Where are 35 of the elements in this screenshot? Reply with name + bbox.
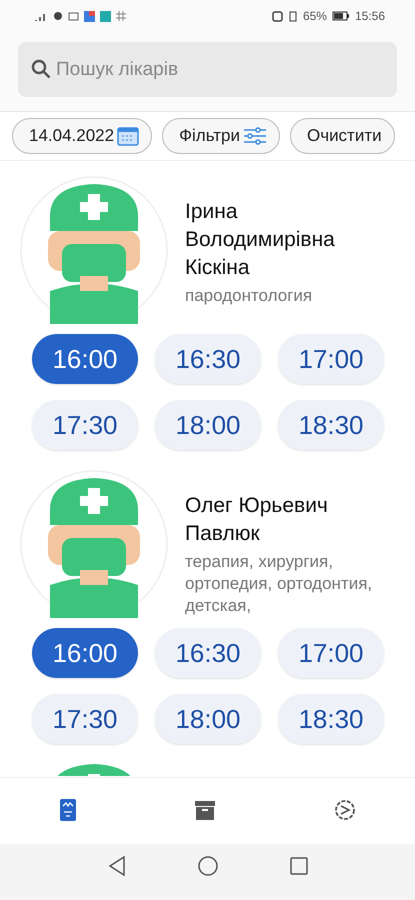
signal-icon (34, 11, 48, 21)
doctor-specialty: пародонтология (185, 285, 314, 307)
chip-button[interactable]: Очистити (290, 118, 395, 154)
time-slot[interactable]: 17:30 (32, 694, 138, 744)
battery-percent: 65% (302, 9, 327, 23)
back-icon[interactable] (106, 855, 126, 877)
settings-tab-icon[interactable] (332, 798, 356, 822)
time-slot[interactable]: 18:00 (155, 694, 261, 744)
time-slot[interactable]: 17:00 (278, 334, 384, 384)
time-slot[interactable]: 16:00 (32, 628, 138, 678)
home-icon[interactable] (196, 855, 218, 877)
clock-time: 15:56 (354, 9, 385, 23)
calendar-icon (117, 126, 140, 146)
time-slot[interactable]: 17:00 (278, 628, 384, 678)
recents-icon[interactable] (288, 856, 308, 876)
app-icon (100, 10, 111, 22)
chip-button[interactable]: Фільтри (162, 118, 280, 154)
hash-icon (116, 11, 126, 21)
schedule-tab-icon[interactable] (58, 798, 76, 822)
time-slot[interactable]: 18:30 (278, 400, 384, 450)
time-slot[interactable]: 18:30 (278, 694, 384, 744)
time-slot[interactable]: 16:00 (32, 334, 138, 384)
doctor-name: Ірина Володимирівна Кіскіна (185, 199, 336, 281)
doctor-specialty: терапия, хирургия, ортопедия, ортодонтия, детская, (185, 551, 374, 617)
time-slot[interactable]: 18:00 (155, 400, 261, 450)
doctor-name: Олег Юрьевич Павлюк (185, 493, 329, 547)
date-chip[interactable]: 14.04.2022 (12, 118, 152, 154)
time-slot[interactable]: 17:30 (32, 400, 138, 450)
battery-icon (332, 11, 350, 21)
app-icon (84, 10, 95, 22)
sliders-icon (242, 126, 267, 146)
time-slot[interactable]: 16:30 (155, 628, 261, 678)
archive-tab-icon[interactable] (194, 799, 216, 821)
search-field[interactable]: Пошук лікарів (18, 42, 397, 97)
time-slot[interactable]: 16:30 (155, 334, 261, 384)
